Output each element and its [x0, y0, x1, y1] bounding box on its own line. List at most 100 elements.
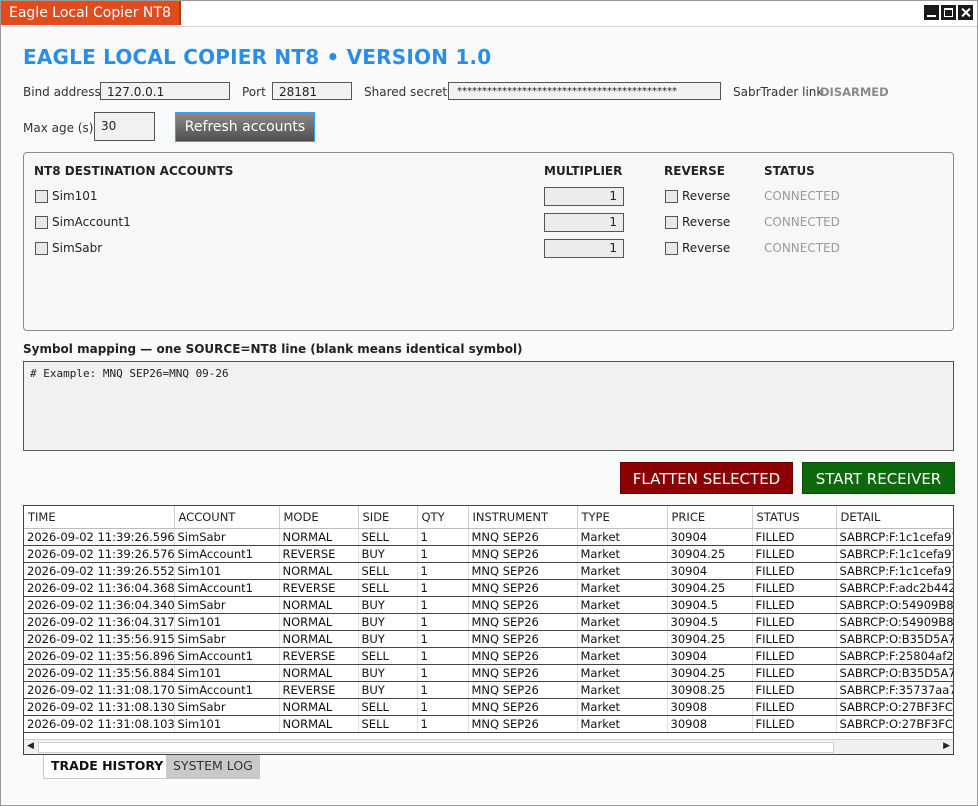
- table-row[interactable]: 2026-09-02 11:31:08.130 SimSabr NORMAL SELL…: [24, 698, 953, 716]
- max-age-label: Max age (s): [23, 121, 94, 135]
- table-cell: Market: [577, 562, 668, 580]
- table-cell: 1: [417, 647, 469, 665]
- table-cell: SimAccount1: [174, 647, 280, 665]
- window-title: Eagle Local Copier NT8: [1, 1, 181, 25]
- column-header[interactable]: QTY: [417, 506, 469, 529]
- symbol-mapping-textarea[interactable]: # Example: MNQ SEP26=MNQ 09-26: [23, 361, 954, 451]
- reverse-checkbox[interactable]: [665, 190, 678, 203]
- table-cell: FILLED: [752, 528, 837, 546]
- column-header[interactable]: ACCOUNT: [174, 506, 280, 529]
- multiplier-header: MULTIPLIER: [544, 164, 623, 178]
- table-cell: 30904.25: [667, 579, 753, 597]
- table-cell: BUY: [358, 681, 418, 699]
- start-receiver-button[interactable]: START RECEIVER: [802, 462, 955, 494]
- table-row[interactable]: 2026-09-02 11:36:04.368 SimAccount1 REVERS…: [24, 579, 953, 597]
- scrollbar-thumb[interactable]: [38, 742, 834, 753]
- table-cell: FILLED: [752, 664, 837, 682]
- table-cell: SABRCP:F:35737aa7: [836, 681, 953, 699]
- table-cell: 2026-09-02 11:36:04.340: [24, 596, 175, 614]
- table-cell: BUY: [358, 545, 418, 563]
- table-cell: 2026-09-02 11:39:26.552: [24, 562, 175, 580]
- table-row[interactable]: 2026-09-02 11:35:56.896 SimAccount1 REVERS…: [24, 647, 953, 665]
- column-header[interactable]: MODE: [279, 506, 359, 529]
- minimize-icon[interactable]: [924, 5, 939, 20]
- table-row[interactable]: 2026-09-02 11:39:26.596 SimSabr NORMAL SELL…: [24, 528, 953, 546]
- table-cell: 1: [417, 630, 469, 648]
- table-row[interactable]: 2026-09-02 11:35:56.915 SimSabr NORMAL BUY 1…: [24, 630, 953, 648]
- table-row[interactable]: 2026-09-02 11:35:56.884 Sim101 NORMAL BUY 1 M…: [24, 664, 953, 682]
- reverse-label: Reverse: [682, 189, 731, 203]
- table-cell: Sim101: [174, 562, 280, 580]
- table-row[interactable]: 2026-09-02 11:31:08.170 SimAccount1 REVERS…: [24, 681, 953, 699]
- table-row[interactable]: 2026-09-02 11:36:04.317 Sim101 NORMAL BUY 1 M…: [24, 613, 953, 631]
- maximize-icon[interactable]: [941, 5, 956, 20]
- table-cell: MNQ SEP26: [468, 664, 578, 682]
- table-cell: FILLED: [752, 647, 837, 665]
- table-cell: 2026-09-02 11:36:04.368: [24, 579, 175, 597]
- scroll-right-icon[interactable]: ▶: [943, 741, 950, 751]
- table-cell: MNQ SEP26: [468, 681, 578, 699]
- column-header[interactable]: DETAIL: [836, 506, 953, 529]
- table-row[interactable]: 2026-09-02 11:36:04.340 SimSabr NORMAL BUY 1…: [24, 596, 953, 614]
- bind-address-input[interactable]: 127.0.0.1: [100, 82, 230, 100]
- table-cell: 2026-09-02 11:39:26.576: [24, 545, 175, 563]
- column-header[interactable]: SIDE: [358, 506, 418, 529]
- tab-trade-history[interactable]: TRADE HISTORY: [43, 755, 172, 779]
- account-checkbox[interactable]: [35, 216, 48, 229]
- sabrtrader-link-label: SabrTrader link: [733, 85, 824, 99]
- multiplier-input[interactable]: 1: [544, 239, 624, 258]
- port-input[interactable]: 28181: [272, 82, 352, 100]
- reverse-checkbox[interactable]: [665, 242, 678, 255]
- table-cell: 1: [417, 664, 469, 682]
- table-cell: 2026-09-02 11:35:56.915: [24, 630, 175, 648]
- table-cell: SABRCP:F:adc2b442: [836, 579, 953, 597]
- table-cell: SABRCP:O:54909B8: [836, 596, 953, 614]
- table-cell: 30904.25: [667, 630, 753, 648]
- table-cell: 2026-09-02 11:35:56.884: [24, 664, 175, 682]
- table-row[interactable]: 2026-09-02 11:39:26.576 SimAccount1 REVERS…: [24, 545, 953, 563]
- table-row[interactable]: 2026-09-02 11:31:08.103 Sim101 NORMAL SELL 1…: [24, 715, 953, 733]
- table-cell: Market: [577, 698, 668, 716]
- shared-secret-input[interactable]: ****************************************…: [448, 82, 721, 100]
- table-cell: Market: [577, 579, 668, 597]
- table-cell: Market: [577, 664, 668, 682]
- table-cell: MNQ SEP26: [468, 698, 578, 716]
- table-cell: NORMAL: [279, 613, 359, 631]
- scroll-left-icon[interactable]: ◀: [27, 741, 34, 751]
- column-header[interactable]: PRICE: [667, 506, 753, 529]
- column-header[interactable]: STATUS: [752, 506, 837, 529]
- table-cell: 1: [417, 596, 469, 614]
- max-age-input[interactable]: 30: [94, 112, 155, 141]
- tab-system-log[interactable]: SYSTEM LOG: [166, 755, 260, 779]
- table-cell: MNQ SEP26: [468, 545, 578, 563]
- table-cell: Market: [577, 613, 668, 631]
- table-cell: SABRCP:F:1c1cefa97: [836, 528, 953, 546]
- table-cell: 30904.25: [667, 545, 753, 563]
- table-row[interactable]: 2026-09-02 11:39:26.552 Sim101 NORMAL SELL 1…: [24, 562, 953, 580]
- page-title: EAGLE LOCAL COPIER NT8 • VERSION 1.0: [23, 45, 492, 69]
- table-cell: 1: [417, 528, 469, 546]
- table-cell: 1: [417, 715, 469, 733]
- window-controls: [924, 5, 973, 20]
- multiplier-input[interactable]: 1: [544, 213, 624, 232]
- table-cell: REVERSE: [279, 545, 359, 563]
- refresh-accounts-button[interactable]: Refresh accounts: [175, 112, 315, 142]
- column-header[interactable]: TIME: [24, 506, 175, 529]
- multiplier-input[interactable]: 1: [544, 187, 624, 206]
- table-cell: NORMAL: [279, 528, 359, 546]
- table-cell: 2026-09-02 11:31:08.130: [24, 698, 175, 716]
- trade-history-grid[interactable]: TIME ACCOUNT MODE SIDE QTY INSTRUMENT TY…: [23, 505, 954, 755]
- accounts-panel: NT8 DESTINATION ACCOUNTS MULTIPLIER REVE…: [23, 152, 954, 331]
- table-cell: NORMAL: [279, 630, 359, 648]
- table-cell: 2026-09-02 11:35:56.896: [24, 647, 175, 665]
- column-header[interactable]: TYPE: [577, 506, 668, 529]
- account-checkbox[interactable]: [35, 242, 48, 255]
- column-header[interactable]: INSTRUMENT: [468, 506, 578, 529]
- horizontal-scrollbar[interactable]: ◀ ▶: [24, 739, 953, 754]
- flatten-selected-button[interactable]: FLATTEN SELECTED: [620, 462, 793, 494]
- table-cell: BUY: [358, 664, 418, 682]
- table-cell: MNQ SEP26: [468, 562, 578, 580]
- close-icon[interactable]: [958, 5, 973, 20]
- account-checkbox[interactable]: [35, 190, 48, 203]
- reverse-checkbox[interactable]: [665, 216, 678, 229]
